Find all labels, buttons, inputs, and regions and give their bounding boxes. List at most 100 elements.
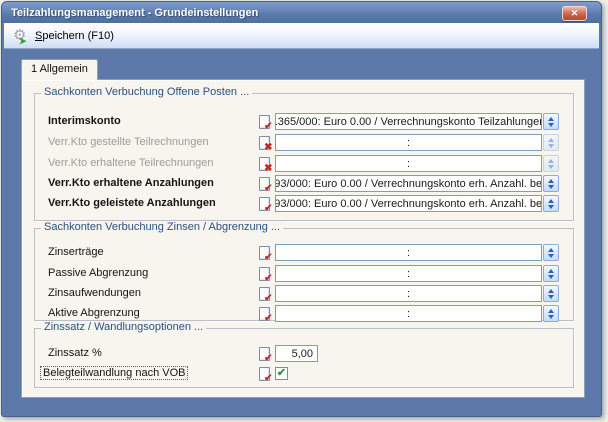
red-check-icon[interactable]: ✔ [256, 244, 272, 261]
account-combo[interactable]: 1593/000: Euro 0.00 / Verrechnungskonto … [275, 195, 542, 212]
field-row-passive-abgrenzung: Passive Abgrenzung ✔ : [35, 265, 573, 282]
red-check-icon[interactable]: ✔ [256, 195, 272, 212]
spin-up-icon [548, 289, 554, 293]
account-combo[interactable]: 1593/000: Euro 0.00 / Verrechnungskonto … [275, 175, 542, 192]
page-icon: ✔ [259, 197, 270, 211]
spin-down-icon [548, 295, 554, 299]
save-button[interactable]: ⚙ ➤ Speichern (F10) [8, 25, 122, 47]
field-row-erhaltene-teilrechnungen: Verr.Kto erhaltene Teilrechnungen ✖ : [35, 155, 573, 172]
spin-down-icon [548, 123, 554, 127]
group-zinssatz-wandlung: Zinssatz / Wandlungsoptionen ... Zinssat… [34, 328, 574, 388]
spin-down-icon [548, 275, 554, 279]
vob-checkbox[interactable]: ✔ [275, 367, 288, 380]
field-row-gestellte-teilrechnungen: Verr.Kto gestellte Teilrechnungen ✖ : [35, 134, 573, 151]
page-icon: ✔ [259, 367, 270, 381]
account-combo: : [275, 155, 542, 172]
field-row-geleistete-anzahlungen: Verr.Kto geleistete Anzahlungen ✔ 1593/0… [35, 195, 573, 212]
spinner-button[interactable] [543, 244, 559, 261]
field-row-zinssatz: Zinssatz % ✔ 5,00 [35, 345, 573, 362]
red-check-icon[interactable]: ✔ [256, 365, 272, 382]
tab-label: 1 Allgemein [31, 63, 88, 75]
field-label: Zinssatz % [48, 347, 102, 359]
title-bar[interactable]: Teilzahlungsmanagement - Grundeinstellun… [2, 2, 601, 23]
group-title: Sachkonten Verbuchung Offene Posten ... [41, 86, 252, 98]
spin-down-icon [548, 254, 554, 258]
spin-down-icon [548, 205, 554, 209]
spin-down-icon [548, 315, 554, 319]
page-icon: ✔ [259, 267, 270, 281]
account-combo[interactable]: : [275, 305, 542, 322]
toolbar: ⚙ ➤ Speichern (F10) [4, 23, 599, 49]
page-icon: ✖ [259, 136, 270, 150]
red-check-icon[interactable]: ✔ [256, 345, 272, 362]
account-combo[interactable]: : [275, 244, 542, 261]
settings-panel: Sachkonten Verbuchung Offene Posten ... … [21, 79, 585, 398]
spinner-button[interactable] [543, 175, 559, 192]
app-window: Teilzahlungsmanagement - Grundeinstellun… [1, 1, 602, 417]
page-icon: ✔ [259, 287, 270, 301]
group-title: Sachkonten Verbuchung Zinsen / Abgrenzun… [41, 221, 283, 233]
red-check-icon[interactable]: ✔ [256, 305, 272, 322]
checkbox-check-icon: ✔ [277, 367, 286, 379]
green-arrow-icon: ➤ [19, 36, 27, 47]
spin-down-icon [548, 185, 554, 189]
field-label: Zinsaufwendungen [48, 287, 141, 299]
spinner-button[interactable] [543, 265, 559, 282]
save-button-label: Speichern (F10) [35, 30, 114, 42]
red-check-icon[interactable]: ✔ [256, 285, 272, 302]
spinner-button[interactable] [543, 113, 559, 130]
page-icon: ✔ [259, 177, 270, 191]
spin-up-icon [548, 179, 554, 183]
page-icon: ✔ [259, 307, 270, 321]
red-check-icon[interactable]: ✔ [256, 175, 272, 192]
zinssatz-input[interactable]: 5,00 [275, 345, 318, 362]
spinner-button[interactable] [543, 285, 559, 302]
red-check-icon[interactable]: ✔ [256, 113, 272, 130]
account-combo: : [275, 134, 542, 151]
spin-up-icon [548, 159, 554, 163]
spin-up-icon [548, 309, 554, 313]
red-check-icon[interactable]: ✔ [256, 265, 272, 282]
save-gear-icon: ⚙ ➤ [13, 28, 30, 45]
field-row-interimskonto: Interimskonto ✔ 1365/000: Euro 0.00 / Ve… [35, 113, 573, 130]
red-x-icon[interactable]: ✖ [256, 155, 272, 172]
window-title: Teilzahlungsmanagement - Grundeinstellun… [11, 7, 258, 19]
field-label: Passive Abgrenzung [48, 267, 148, 279]
field-label: Verr.Kto erhaltene Anzahlungen [48, 177, 214, 189]
close-button[interactable]: ✕ [562, 6, 587, 21]
group-zinsen-abgrenzung: Sachkonten Verbuchung Zinsen / Abgrenzun… [34, 228, 574, 321]
account-combo[interactable]: : [275, 285, 542, 302]
spin-down-icon [548, 144, 554, 148]
spinner-button[interactable] [543, 195, 559, 212]
field-label: Aktive Abgrenzung [48, 307, 140, 319]
field-row-aktive-abgrenzung: Aktive Abgrenzung ✔ : [35, 305, 573, 322]
spinner-button [543, 134, 559, 151]
spin-up-icon [548, 269, 554, 273]
tab-allgemein[interactable]: 1 Allgemein [21, 59, 98, 80]
field-label: Verr.Kto geleistete Anzahlungen [48, 197, 216, 209]
page-icon: ✔ [259, 115, 270, 129]
page-icon: ✔ [259, 347, 270, 361]
spin-down-icon [548, 165, 554, 169]
spin-up-icon [548, 138, 554, 142]
group-title: Zinssatz / Wandlungsoptionen ... [41, 321, 206, 333]
field-row-zinsertraege: Zinserträge ✔ : [35, 244, 573, 261]
spin-up-icon [548, 199, 554, 203]
field-row-erhaltene-anzahlungen: Verr.Kto erhaltene Anzahlungen ✔ 1593/00… [35, 175, 573, 192]
field-label: Interimskonto [48, 115, 121, 127]
field-label: Verr.Kto erhaltene Teilrechnungen [48, 157, 214, 169]
field-label: Verr.Kto gestellte Teilrechnungen [48, 136, 209, 148]
field-row-zinsaufwendungen: Zinsaufwendungen ✔ : [35, 285, 573, 302]
field-label: Belegteilwandlung nach VOB [41, 367, 187, 379]
group-offene-posten: Sachkonten Verbuchung Offene Posten ... … [34, 93, 574, 221]
spin-up-icon [548, 248, 554, 252]
red-x-icon[interactable]: ✖ [256, 134, 272, 151]
spinner-button[interactable] [543, 305, 559, 322]
account-combo[interactable]: : [275, 265, 542, 282]
page-icon: ✔ [259, 246, 270, 260]
spinner-button [543, 155, 559, 172]
page-icon: ✖ [259, 157, 270, 171]
field-label: Zinserträge [48, 246, 104, 258]
account-combo[interactable]: 1365/000: Euro 0.00 / Verrechnungskonto … [275, 113, 542, 130]
spin-up-icon [548, 117, 554, 121]
